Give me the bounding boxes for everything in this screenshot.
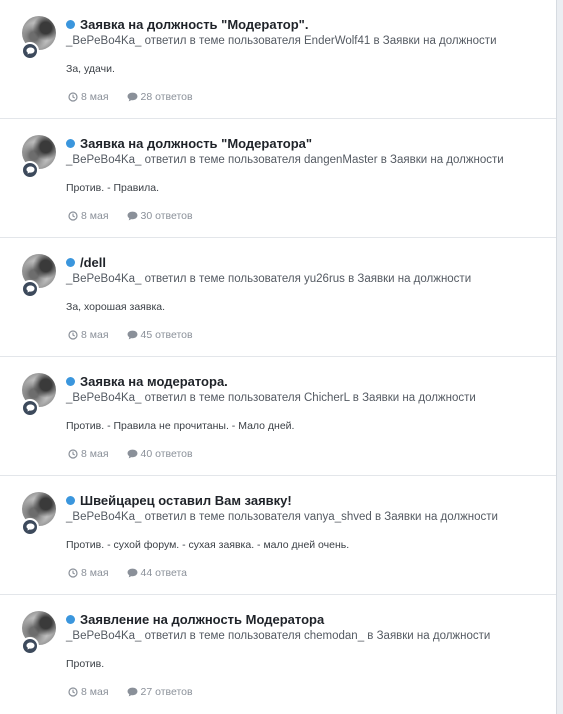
reply-snippet: За, удачи. (66, 63, 115, 75)
avatar-container[interactable] (21, 373, 56, 417)
post-date[interactable]: 8 мая (81, 567, 109, 579)
comment-badge-icon (21, 161, 39, 179)
replies-meta: 45 ответов (127, 329, 193, 341)
reply-snippet: Против. - Правила не прочитаны. - Мало д… (66, 420, 295, 432)
thread-title-link[interactable]: Швейцарец оставил Вам заявку! (80, 493, 292, 508)
date-meta: 8 мая (68, 686, 109, 698)
avatar-container[interactable] (21, 254, 56, 298)
activity-item: /dell _BePeBo4Ka_ ответил в теме пользов… (0, 238, 556, 357)
activity-item: Заявка на модератора. _BePeBo4Ka_ ответи… (0, 357, 556, 476)
reply-snippet: За, хорошая заявка. (66, 301, 166, 313)
item-meta: 8 мая 44 ответа (68, 567, 187, 579)
unread-indicator-icon (66, 139, 75, 148)
reply-count: 30 ответов (140, 210, 193, 222)
replies-meta: 28 ответов (127, 91, 193, 103)
unread-indicator-icon (66, 496, 75, 505)
clock-icon (68, 330, 78, 340)
avatar-container[interactable] (21, 16, 56, 60)
avatar-container[interactable] (21, 611, 56, 655)
activity-item: Заявление на должность Модератора _BePeB… (0, 595, 556, 714)
activity-byline: _BePeBo4Ka_ ответил в теме пользователя … (66, 392, 476, 404)
clock-icon (68, 687, 78, 697)
activity-item: Заявка на должность "Модератора" _BePeBo… (0, 119, 556, 238)
reply-count: 28 ответов (140, 91, 193, 103)
clock-icon (68, 449, 78, 459)
item-title-row: Заявка на модератора. (66, 374, 228, 389)
replies-meta: 30 ответов (127, 210, 193, 222)
comment-icon (127, 211, 137, 221)
date-meta: 8 мая (68, 210, 109, 222)
thread-title-link[interactable]: Заявка на должность "Модератор". (80, 17, 308, 32)
item-meta: 8 мая 30 ответов (68, 210, 193, 222)
comment-icon (127, 449, 137, 459)
avatar-container[interactable] (21, 492, 56, 536)
comment-badge-icon (21, 637, 39, 655)
item-title-row: Заявление на должность Модератора (66, 612, 324, 627)
reply-count: 40 ответов (140, 448, 193, 460)
avatar-container[interactable] (21, 135, 56, 179)
item-meta: 8 мая 45 ответов (68, 329, 193, 341)
comment-badge-icon (21, 42, 39, 60)
reply-snippet: Против. (66, 658, 105, 670)
reply-count: 44 ответа (140, 567, 188, 579)
item-title-row: Заявка на должность "Модератор". (66, 17, 308, 32)
unread-indicator-icon (66, 258, 75, 267)
comment-badge-icon (21, 518, 39, 536)
clock-icon (68, 92, 78, 102)
post-date[interactable]: 8 мая (81, 448, 109, 460)
activity-byline: _BePeBo4Ka_ ответил в теме пользователя … (66, 511, 498, 523)
post-date[interactable]: 8 мая (81, 210, 109, 222)
replies-meta: 27 ответов (127, 686, 193, 698)
comment-icon (127, 687, 137, 697)
item-meta: 8 мая 27 ответов (68, 686, 193, 698)
unread-indicator-icon (66, 615, 75, 624)
date-meta: 8 мая (68, 567, 109, 579)
unread-indicator-icon (66, 377, 75, 386)
thread-title-link[interactable]: Заявление на должность Модератора (80, 612, 324, 627)
activity-byline: _BePeBo4Ka_ ответил в теме пользователя … (66, 35, 497, 47)
unread-indicator-icon (66, 20, 75, 29)
comment-icon (127, 92, 137, 102)
activity-byline: _BePeBo4Ka_ ответил в теме пользователя … (66, 630, 491, 642)
activity-byline: _BePeBo4Ka_ ответил в теме пользователя … (66, 273, 472, 285)
item-meta: 8 мая 40 ответов (68, 448, 193, 460)
item-title-row: Заявка на должность "Модератора" (66, 136, 312, 151)
replies-meta: 40 ответов (127, 448, 193, 460)
activity-byline: _BePeBo4Ka_ ответил в теме пользователя … (66, 154, 504, 166)
reply-snippet: Против. - Правила. (66, 182, 160, 194)
activity-item: Заявка на должность "Модератор". _BePeBo… (0, 0, 556, 119)
activity-item: Швейцарец оставил Вам заявку! _BePeBo4Ka… (0, 476, 556, 595)
comment-badge-icon (21, 399, 39, 417)
item-title-row: /dell (66, 255, 106, 270)
reply-count: 45 ответов (140, 329, 193, 341)
date-meta: 8 мая (68, 91, 109, 103)
replies-meta: 44 ответа (127, 567, 188, 579)
reply-count: 27 ответов (140, 686, 193, 698)
clock-icon (68, 568, 78, 578)
comment-icon (127, 330, 137, 340)
thread-title-link[interactable]: Заявка на модератора. (80, 374, 228, 389)
post-date[interactable]: 8 мая (81, 686, 109, 698)
item-meta: 8 мая 28 ответов (68, 91, 193, 103)
item-title-row: Швейцарец оставил Вам заявку! (66, 493, 292, 508)
comment-badge-icon (21, 280, 39, 298)
activity-feed: Заявка на должность "Модератор". _BePeBo… (0, 0, 557, 714)
post-date[interactable]: 8 мая (81, 329, 109, 341)
post-date[interactable]: 8 мая (81, 91, 109, 103)
reply-snippet: Против. - сухой форум. - сухая заявка. -… (66, 539, 350, 551)
date-meta: 8 мая (68, 329, 109, 341)
comment-icon (127, 568, 137, 578)
thread-title-link[interactable]: Заявка на должность "Модератора" (80, 136, 312, 151)
date-meta: 8 мая (68, 448, 109, 460)
thread-title-link[interactable]: /dell (80, 255, 106, 270)
clock-icon (68, 211, 78, 221)
